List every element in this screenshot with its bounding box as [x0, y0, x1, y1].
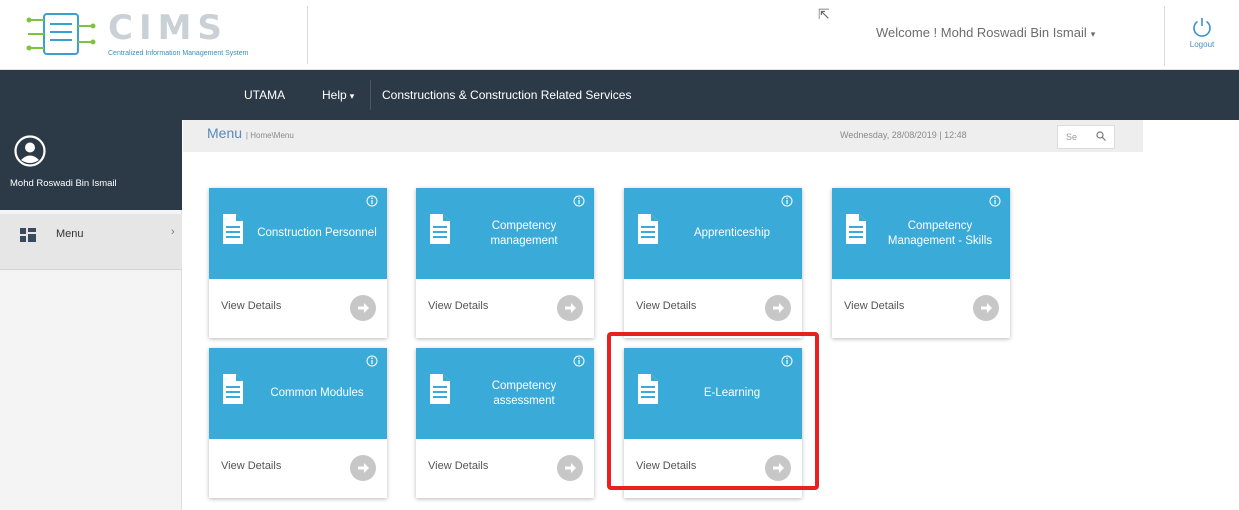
module-tile[interactable]: Construction Personnel View Details: [209, 188, 387, 338]
cims-logo[interactable]: CIMS Centralized Information Management …: [18, 6, 308, 64]
tile-title: Competency management: [490, 219, 558, 247]
tile-header[interactable]: Common Modules: [209, 348, 387, 439]
logout-label: Logout: [1189, 40, 1215, 49]
tile-title: Apprenticeship: [693, 227, 771, 239]
sidebar: Mohd Roswadi Bin Ismail Menu ›: [0, 120, 182, 510]
module-tile[interactable]: Competency management View Details: [416, 188, 594, 338]
logo-subtitle: Centralized Information Management Syste…: [108, 50, 249, 57]
view-details-link[interactable]: View Details: [221, 300, 281, 312]
document-icon: [222, 213, 244, 245]
arrow-right-circle-icon[interactable]: [973, 295, 999, 321]
document-icon: [637, 213, 659, 245]
tile-title: Competency Management - Skills: [887, 219, 993, 247]
page-title: Menu: [207, 125, 243, 141]
module-tile[interactable]: Common Modules View Details: [209, 348, 387, 498]
sidebar-item-label: Menu: [56, 228, 84, 240]
tile-footer[interactable]: View Details: [209, 279, 387, 338]
breadcrumb: Menu | Home\Menu: [207, 125, 294, 141]
search-icon[interactable]: [1096, 131, 1106, 141]
search-input[interactable]: Se: [1057, 125, 1115, 149]
document-icon: [222, 373, 244, 405]
caret-down-icon: ▾: [349, 91, 355, 101]
nav-item-constructions[interactable]: Constructions & Construction Related Ser…: [382, 70, 631, 120]
arrow-right-circle-icon[interactable]: [557, 455, 583, 481]
tile-header[interactable]: Apprenticeship: [624, 188, 802, 279]
tile-footer[interactable]: View Details: [624, 279, 802, 338]
mouse-cursor-icon: ⇱: [818, 6, 830, 22]
module-tile[interactable]: Apprenticeship View Details: [624, 188, 802, 338]
power-icon: [1193, 18, 1211, 37]
tile-header[interactable]: Competency management: [416, 188, 594, 279]
view-details-link[interactable]: View Details: [844, 300, 904, 312]
nav-divider: [370, 80, 371, 110]
profile-name: Mohd Roswadi Bin Ismail: [10, 178, 117, 189]
module-tile[interactable]: Competency assessment View Details: [416, 348, 594, 498]
nav-help-label: Help: [322, 88, 347, 102]
view-details-link[interactable]: View Details: [221, 460, 281, 472]
breadcrumb-bar: Menu | Home\Menu Wednesday, 28/08/2019 |…: [183, 120, 1143, 152]
tile-footer[interactable]: View Details: [832, 279, 1010, 338]
arrow-right-circle-icon[interactable]: [350, 455, 376, 481]
document-icon: [845, 213, 867, 245]
nav-item-help[interactable]: Help ▾: [322, 70, 354, 120]
tile-title: Competency assessment: [491, 379, 557, 407]
sidebar-item-menu[interactable]: Menu ›: [0, 214, 182, 270]
arrow-right-circle-icon[interactable]: [557, 295, 583, 321]
tile-title: Construction Personnel: [257, 227, 377, 239]
tile-footer[interactable]: View Details: [416, 439, 594, 498]
arrow-right-circle-icon[interactable]: [350, 295, 376, 321]
tile-footer[interactable]: View Details: [416, 279, 594, 338]
tile-header[interactable]: Competency Management - Skills: [832, 188, 1010, 279]
datetime-display: Wednesday, 28/08/2019 | 12:48: [840, 130, 967, 140]
tile-header[interactable]: Competency assessment: [416, 348, 594, 439]
main-navbar: UTAMA Help ▾ Constructions & Construction…: [0, 70, 1239, 120]
caret-down-icon: ▾: [1090, 29, 1096, 39]
nav-item-utama[interactable]: UTAMA: [244, 70, 285, 120]
top-header: CIMS Centralized Information Management …: [0, 0, 1239, 70]
view-details-link[interactable]: View Details: [636, 300, 696, 312]
logo-wordmark: CIMS: [108, 8, 228, 48]
welcome-text: Welcome ! Mohd Roswadi Bin Ismail: [876, 25, 1087, 40]
view-details-link[interactable]: View Details: [428, 460, 488, 472]
search-placeholder: Se: [1066, 132, 1078, 142]
arrow-right-circle-icon[interactable]: [765, 295, 791, 321]
tile-footer[interactable]: View Details: [209, 439, 387, 498]
breadcrumb-path[interactable]: | Home\Menu: [246, 131, 294, 140]
grid-icon: [20, 228, 36, 242]
user-dropdown[interactable]: Welcome ! Mohd Roswadi Bin Ismail ▾: [876, 20, 1126, 46]
module-tile[interactable]: Competency Management - Skills View Detai…: [832, 188, 1010, 338]
view-details-link[interactable]: View Details: [428, 300, 488, 312]
user-profile-panel: Mohd Roswadi Bin Ismail: [0, 120, 182, 210]
logout-button[interactable]: Logout: [1164, 6, 1239, 66]
chevron-right-icon: ›: [171, 226, 175, 238]
document-icon: [429, 373, 451, 405]
tile-header[interactable]: Construction Personnel: [209, 188, 387, 279]
tile-title: Common Modules: [270, 387, 364, 399]
e-learning-highlight-box: [607, 332, 819, 490]
document-icon: [429, 213, 451, 245]
user-avatar-icon: [14, 135, 46, 167]
logo-circuit-icon: [26, 13, 96, 55]
